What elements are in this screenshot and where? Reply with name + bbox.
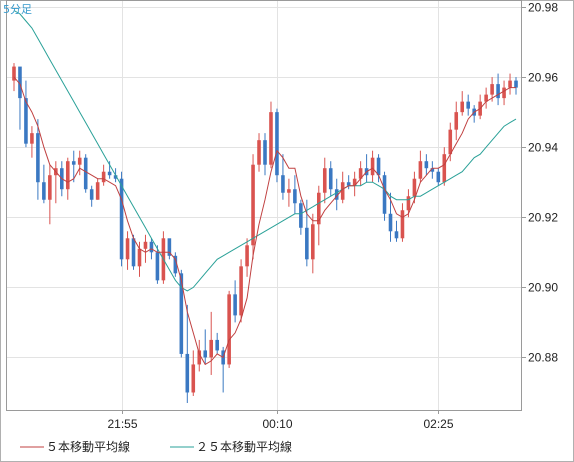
legend-label-ma5: ５本移動平均線 [46, 439, 130, 454]
candle-down [275, 108, 279, 183]
candle-body [388, 213, 393, 232]
candle-body [328, 168, 333, 190]
chart-panel: 20.98 20.96 20.94 20.92 20.90 20.88 21:55 00:1… [0, 0, 574, 462]
candle-body [293, 189, 297, 204]
y-tick-label: 20.94 [528, 141, 558, 155]
candle-body [281, 175, 285, 193]
candle-body [125, 238, 130, 260]
candle-body [299, 203, 303, 228]
candle-body [209, 339, 214, 358]
candle-body [77, 157, 82, 165]
candle-body [436, 171, 441, 183]
candle-body [287, 189, 291, 193]
legend-label-ma25: ２５本移動平均線 [196, 439, 292, 454]
candle-body [382, 175, 387, 214]
candle-body [394, 231, 399, 239]
candle-body [245, 245, 249, 267]
x-tick-label: 21:55 [107, 417, 137, 431]
candle-body [490, 84, 494, 95]
candle-body [418, 161, 423, 179]
candle-body [155, 252, 160, 281]
candle-body [65, 161, 70, 190]
y-tick-label: 20.88 [528, 351, 558, 365]
candle-body [101, 171, 106, 183]
candle-body [119, 178, 124, 260]
candle-body [251, 164, 255, 246]
candle-body [24, 98, 28, 144]
y-tick-label: 20.98 [528, 1, 558, 15]
candle-body [107, 171, 112, 176]
candle-body [263, 140, 267, 165]
candle-body [227, 294, 231, 365]
candle-body [376, 157, 381, 176]
candle-body [275, 112, 279, 176]
y-tick-label: 20.92 [528, 211, 558, 225]
candle-body [406, 196, 411, 211]
candle-body [502, 87, 506, 99]
x-tick-label: 02:25 [423, 417, 453, 431]
candle-body [239, 266, 243, 316]
candle-body [203, 350, 208, 358]
candle-down [83, 154, 88, 193]
candle-body [466, 101, 470, 109]
candle-body [131, 238, 136, 267]
candle-body [269, 112, 273, 165]
candle-body [42, 182, 46, 200]
candle-body [143, 241, 148, 249]
timeframe-label[interactable]: 5分足 [3, 3, 32, 16]
outer-frame [0, 0, 574, 462]
candle-body [137, 248, 142, 267]
candle-body [448, 129, 453, 155]
candle-body [71, 161, 76, 165]
candle-body [30, 133, 34, 144]
candlestick-chart: 20.98 20.96 20.94 20.92 20.90 20.88 21:55 00:1… [0, 0, 574, 462]
candle-body [460, 101, 465, 113]
candle-body [311, 224, 315, 260]
candle-body [149, 241, 154, 253]
candle-body [95, 182, 100, 200]
candle-body [191, 364, 196, 393]
candle-body [322, 168, 327, 193]
x-tick-label: 00:10 [262, 417, 292, 431]
candle-body [370, 157, 375, 176]
candle-body [48, 175, 52, 200]
y-tick-label: 20.96 [528, 71, 558, 85]
candle-body [185, 353, 190, 393]
candle-body [412, 178, 417, 197]
candle-body [454, 112, 459, 130]
candle-body [424, 161, 429, 169]
candle-body [508, 80, 512, 88]
candle-body [496, 84, 500, 99]
candle-down [382, 171, 387, 221]
candle-body [36, 133, 40, 183]
candle-body [83, 157, 88, 190]
candle-up [251, 154, 255, 260]
candle-body [305, 227, 309, 260]
candle-body [257, 140, 261, 165]
candle-body [400, 210, 405, 239]
candle-body [89, 189, 94, 200]
candle-up [227, 290, 231, 368]
candle-body [233, 294, 237, 316]
candle-body [514, 80, 518, 88]
candle-body [215, 339, 219, 351]
y-tick-label: 20.90 [528, 281, 558, 295]
candle-body [442, 154, 447, 183]
